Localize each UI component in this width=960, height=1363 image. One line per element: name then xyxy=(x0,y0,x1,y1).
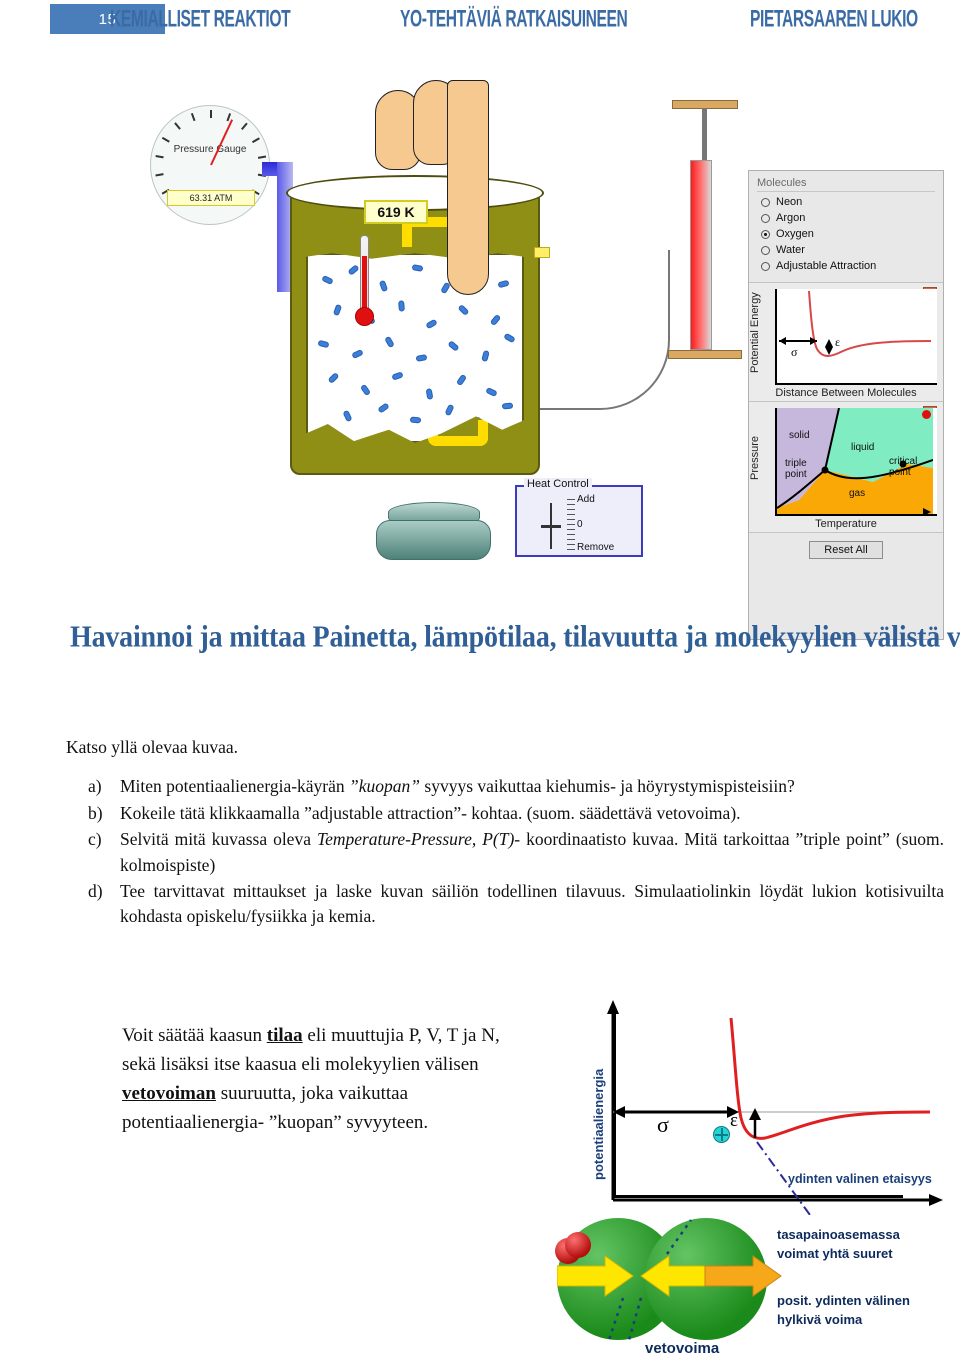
phase-x-axis-label: Temperature xyxy=(815,518,877,530)
list-item: a) Miten potentiaalienergia-käyrän ”kuop… xyxy=(88,774,946,799)
pump-base xyxy=(668,350,742,359)
header-right-title: PIETARSAAREN LUKIO xyxy=(750,6,918,33)
radio-label: Neon xyxy=(776,196,803,208)
thermometer-fill xyxy=(362,256,367,314)
radio-option-neon[interactable]: Neon xyxy=(761,196,935,208)
radio-label: Water xyxy=(776,244,805,256)
simulation-control-panel[interactable]: Molecules Neon Argon Oxygen Water Adjust… xyxy=(748,170,944,640)
radio-icon[interactable] xyxy=(761,197,770,207)
index-finger xyxy=(447,80,489,295)
item-text-pre: Tee tarvittavat mittaukset ja laske kuva… xyxy=(120,880,944,927)
phase-solid-label: solid xyxy=(789,430,810,441)
phase-y-axis-label: Pressure xyxy=(749,435,761,481)
chart-plot-area: σ ε xyxy=(775,289,937,385)
item-text-pre: Kokeile tätä klikkaamalla ”adjustable at… xyxy=(120,802,741,823)
reset-row: Reset All xyxy=(749,533,943,567)
atom-marker-icon xyxy=(713,1126,730,1143)
list-item: c) Selvitä mitä kuvassa oleva Temperatur… xyxy=(88,827,946,878)
molecules-section: Molecules Neon Argon Oxygen Water Adjust… xyxy=(749,171,943,283)
heat-zero-label: 0 xyxy=(577,519,583,530)
summary-part-1: Voit säätää kaasun xyxy=(122,1025,267,1046)
phase-plot-area: solid liquid gas triple point critical p… xyxy=(775,408,937,516)
figure-sigma-label: σ xyxy=(657,1112,669,1137)
item-text-pre: Miten potentiaalienergia-käyrän xyxy=(120,776,350,797)
pressure-gauge: Pressure Gauge 63.31 ATM xyxy=(150,105,270,225)
item-marker: b) xyxy=(88,802,103,823)
pump-hose xyxy=(540,250,670,410)
simulation-screenshot: Pressure Gauge 63.31 ATM 619 K Heat Cont… xyxy=(0,80,960,640)
list-item: d) Tee tarvittavat mittaukset ja laske k… xyxy=(88,879,946,930)
slider-knob[interactable] xyxy=(541,525,561,528)
pressure-gauge-label: Pressure Gauge xyxy=(173,144,247,155)
radio-label: Oxygen xyxy=(776,228,814,240)
radio-option-adjustable-attraction[interactable]: Adjustable Attraction xyxy=(761,260,935,272)
summary-paragraph: Voit säätää kaasun tilaa eli muuttujia P… xyxy=(122,1022,502,1138)
keyword-vetovoiman: vetovoiman xyxy=(122,1082,216,1104)
radio-icon[interactable] xyxy=(761,245,770,255)
item-text-emphasis: ”kuopan” xyxy=(349,776,421,797)
heat-control-panel[interactable]: Heat Control Add 0 Remove xyxy=(515,478,643,557)
exercise-text: Katso yllä olevaa kuvaa. a) Miten potent… xyxy=(66,735,946,931)
radio-icon-selected[interactable] xyxy=(761,229,770,239)
chart-y-axis-label: Potential Energy xyxy=(749,292,761,374)
pressure-value: 63.31 ATM xyxy=(167,190,255,206)
radio-icon[interactable] xyxy=(761,261,770,271)
radio-label: Adjustable Attraction xyxy=(776,260,877,272)
radio-option-oxygen[interactable]: Oxygen xyxy=(761,228,935,240)
figure-x-axis-label: ydinten valinen etaisyys xyxy=(788,1172,932,1186)
intro-line: Katso yllä olevaa kuvaa. xyxy=(66,737,239,757)
phase-state-marker xyxy=(922,410,931,419)
thermometer xyxy=(360,235,369,315)
item-marker: d) xyxy=(88,880,103,901)
figure-epsilon-label: ε xyxy=(730,1110,738,1131)
figure-y-axis-label: potentiaalienergia xyxy=(591,1068,606,1180)
radio-icon[interactable] xyxy=(761,213,770,223)
note-equilibrium: tasapainoasemassa voimat yhtä suuret xyxy=(777,1227,900,1261)
item-text-emphasis: Temperature-Pressure, P(T) xyxy=(316,829,515,850)
item-text-pre: Selvitä mitä kuvassa oleva xyxy=(120,829,317,850)
heat-control-slider[interactable] xyxy=(541,503,561,549)
phase-critical-point-label: critical point xyxy=(889,456,918,478)
thermometer-bulb xyxy=(355,307,374,326)
potential-energy-figure: potentiaalienergia σ ε ydinten valinen e… xyxy=(545,1000,960,1363)
stand-base xyxy=(376,520,491,560)
label-attraction: vetovoima xyxy=(645,1340,720,1357)
heat-control-title: Heat Control xyxy=(524,478,592,490)
epsilon-label: ε xyxy=(835,335,841,349)
potential-energy-chart: × Potential Energy σ ε Distance Between … xyxy=(749,283,943,402)
chart-x-axis-label: Distance Between Molecules xyxy=(775,387,917,399)
item-text-post: syvyys vaikuttaa kiehumis- ja höyrystymi… xyxy=(420,776,795,797)
keyword-tilaa: tilaa xyxy=(266,1025,303,1046)
phase-gas-label: gas xyxy=(849,488,866,499)
radio-label: Argon xyxy=(776,212,806,224)
item-marker: a) xyxy=(88,776,102,797)
heat-remove-label: Remove xyxy=(577,542,615,553)
header-left-title: KEMIALLISET REAKTIOT xyxy=(110,6,291,33)
heat-scale-ticks xyxy=(567,499,577,551)
note-repulsion: posit. ydinten välinen hylkivä voima xyxy=(777,1293,910,1327)
radio-option-argon[interactable]: Argon xyxy=(761,212,935,224)
radio-option-water[interactable]: Water xyxy=(761,244,935,256)
phase-diagram-chart: × Pressure solid liquid gas triple poi xyxy=(749,402,943,533)
phase-triple-point-label: triple point xyxy=(785,458,807,480)
item-marker: c) xyxy=(88,829,102,850)
molecules-section-title: Molecules xyxy=(757,177,935,192)
lennard-jones-curve xyxy=(779,290,932,357)
section-title: Havainnoi ja mittaa Painetta, lämpötilaa… xyxy=(70,620,960,655)
list-item: b) Kokeile tätä klikkaamalla ”adjustable… xyxy=(88,801,946,826)
bicycle-pump[interactable] xyxy=(660,100,760,380)
sigma-label: σ xyxy=(791,345,798,359)
question-list: a) Miten potentiaalienergia-käyrän ”kuop… xyxy=(66,774,946,929)
gauge-ticks xyxy=(151,106,269,224)
heat-add-label: Add xyxy=(577,494,595,505)
container-stand xyxy=(376,502,491,562)
phase-liquid-label: liquid xyxy=(851,442,875,453)
header-center-title: YO-TEHTÄVIÄ RATKAISUINEEN xyxy=(400,6,628,33)
hand-graphic[interactable] xyxy=(375,80,505,310)
reset-all-button[interactable]: Reset All xyxy=(809,541,883,559)
page-header: 15 KEMIALLISET REAKTIOT YO-TEHTÄVIÄ RATK… xyxy=(0,0,960,44)
pump-cylinder xyxy=(690,160,712,350)
